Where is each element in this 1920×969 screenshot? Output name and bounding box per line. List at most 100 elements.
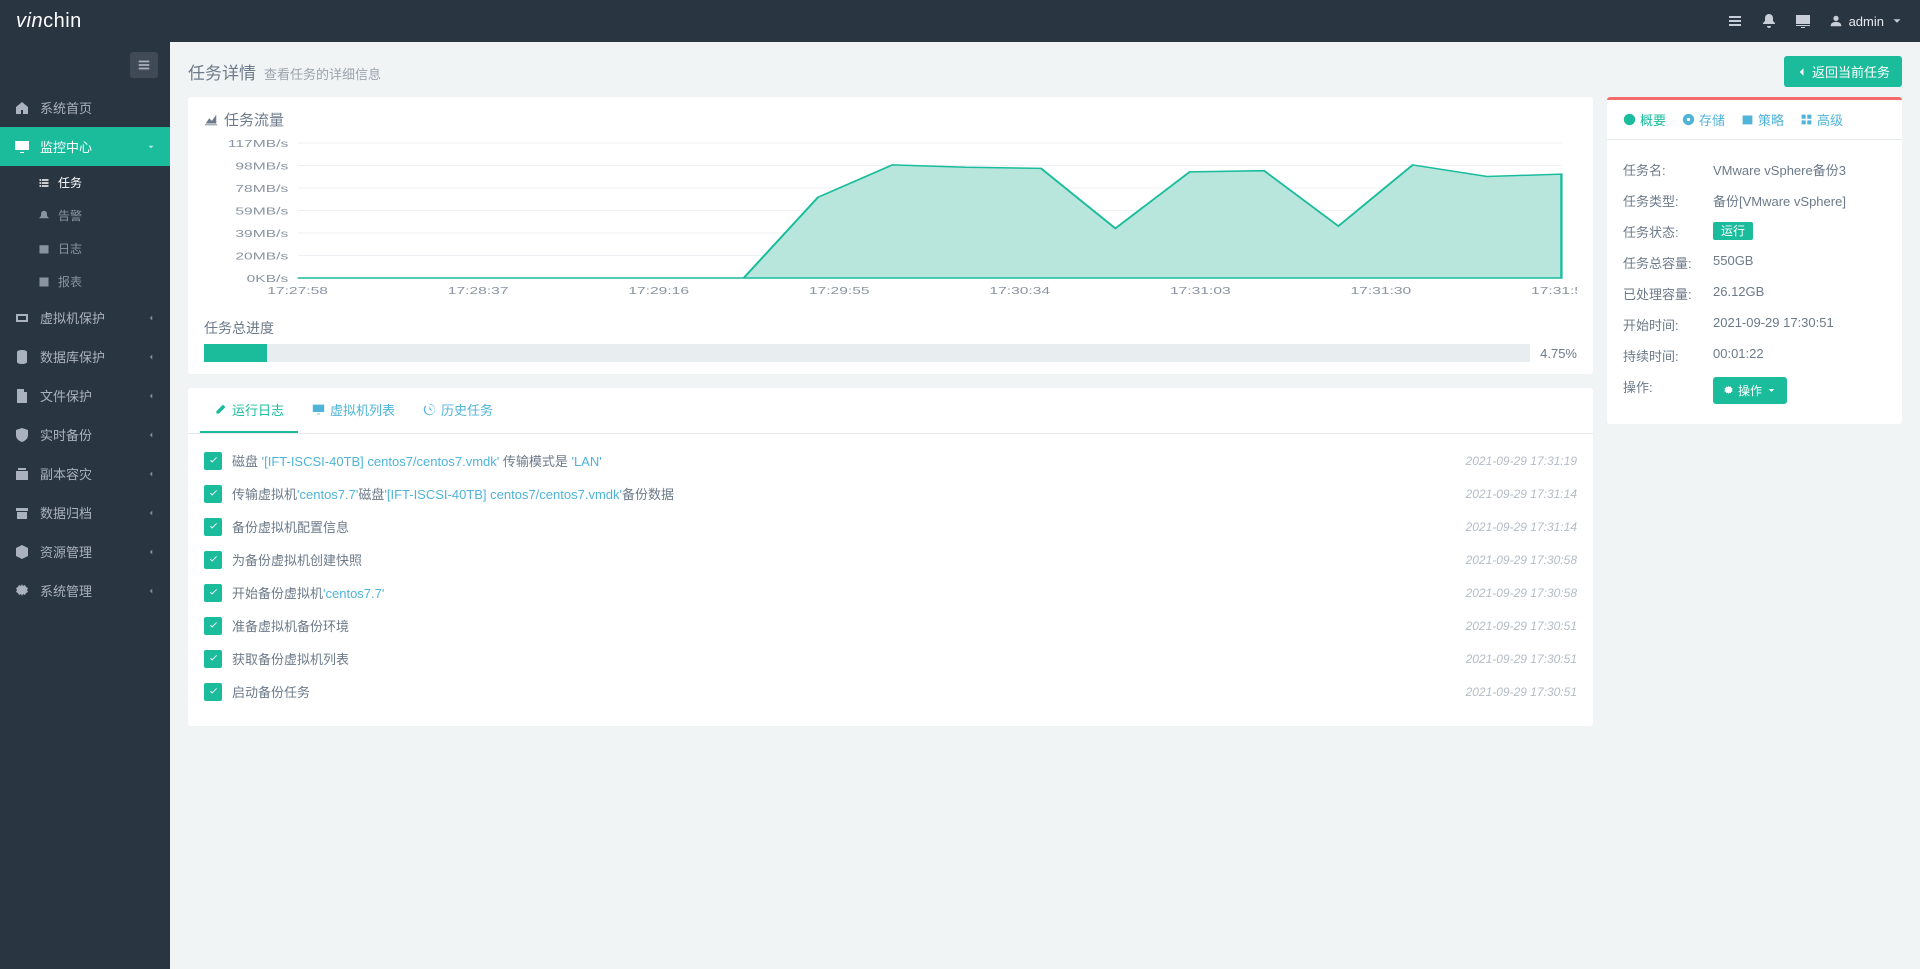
log-row-6: 获取备份虚拟机列表 2021-09-29 17:30:51 <box>204 642 1577 675</box>
user-menu[interactable]: admin <box>1829 14 1904 29</box>
log-text: 备份虚拟机配置信息 <box>232 517 1466 536</box>
detail-tab-2[interactable]: 策略 <box>1733 100 1792 139</box>
svg-text:98MB/s: 98MB/s <box>235 160 288 171</box>
history-icon <box>423 403 436 416</box>
vm-icon <box>14 310 30 326</box>
topbar-right: admin <box>1727 13 1904 29</box>
check-icon <box>204 683 222 701</box>
sidebar-item-label: 实时备份 <box>40 425 92 444</box>
sidebar-item-label: 系统管理 <box>40 581 92 600</box>
logo-part2: chin <box>43 10 82 32</box>
check-icon <box>204 452 222 470</box>
sidebar-sub-3[interactable]: 报表 <box>0 265 170 298</box>
log-row-2: 备份虚拟机配置信息 2021-09-29 17:31:14 <box>204 510 1577 543</box>
back-button-label: 返回当前任务 <box>1812 62 1890 81</box>
sidebar-toggle-wrap <box>0 42 170 88</box>
chevron-left-icon <box>146 508 156 518</box>
chevron-down-icon <box>146 142 156 152</box>
archive-icon <box>14 505 30 521</box>
svg-text:17:31:03: 17:31:03 <box>1170 285 1231 296</box>
sidebar-toggle[interactable] <box>130 52 158 78</box>
detail-tab-1[interactable]: 存储 <box>1674 100 1733 139</box>
log-text: 开始备份虚拟机'centos7.7' <box>232 583 1466 602</box>
chevron-down-icon <box>1766 385 1777 396</box>
list-icon[interactable] <box>1727 13 1743 29</box>
svg-text:17:30:34: 17:30:34 <box>989 285 1050 296</box>
log-tab-label: 运行日志 <box>232 400 284 419</box>
sidebar-item-1[interactable]: 监控中心 <box>0 127 170 166</box>
detail-tab-3[interactable]: 高级 <box>1792 100 1851 139</box>
bell-icon[interactable] <box>1761 13 1777 29</box>
sidebar-item-6[interactable]: 副本容灾 <box>0 454 170 493</box>
sidebar-sub-label: 日志 <box>58 240 82 257</box>
detail-body: 任务名: VMware vSphere备份3 任务类型: 备份[VMware v… <box>1607 140 1902 424</box>
hamburger-icon <box>137 58 151 72</box>
sidebar-item-2[interactable]: 虚拟机保护 <box>0 298 170 337</box>
copy-icon <box>14 466 30 482</box>
back-button[interactable]: 返回当前任务 <box>1784 56 1902 87</box>
sidebar-item-5[interactable]: 实时备份 <box>0 415 170 454</box>
log-text: 启动备份任务 <box>232 682 1466 701</box>
log-tab-2[interactable]: 历史任务 <box>409 388 507 433</box>
svg-text:17:29:55: 17:29:55 <box>809 285 870 296</box>
detail-key: 任务名: <box>1623 160 1713 179</box>
logo-part1: vin <box>16 10 43 32</box>
sidebar-sub-2[interactable]: 日志 <box>0 232 170 265</box>
page-subtitle: 查看任务的详细信息 <box>264 64 381 83</box>
log-row-7: 启动备份任务 2021-09-29 17:30:51 <box>204 675 1577 708</box>
shield-icon <box>14 427 30 443</box>
log-time: 2021-09-29 17:30:51 <box>1466 619 1577 633</box>
log-tab-0[interactable]: 运行日志 <box>200 388 298 433</box>
check-icon <box>204 518 222 536</box>
log-row-4: 开始备份虚拟机'centos7.7' 2021-09-29 17:30:58 <box>204 576 1577 609</box>
svg-text:0KB/s: 0KB/s <box>247 273 289 284</box>
info-icon <box>1623 113 1636 126</box>
sidebar-item-label: 数据库保护 <box>40 347 105 366</box>
chevron-left-icon <box>146 586 156 596</box>
progress-pct: 4.75% <box>1540 346 1577 361</box>
detail-row-5: 开始时间: 2021-09-29 17:30:51 <box>1623 309 1886 340</box>
sidebar-sub-label: 报表 <box>58 273 82 290</box>
sidebar-item-7[interactable]: 数据归档 <box>0 493 170 532</box>
detail-panel: 概要 存储 策略 高级 任务名: VMware vSphere备份3 任务类型:… <box>1607 97 1902 424</box>
topbar: vinchin admin <box>0 0 1920 42</box>
detail-tab-label: 高级 <box>1817 110 1843 129</box>
report-icon <box>38 276 50 288</box>
sidebar-item-label: 资源管理 <box>40 542 92 561</box>
sidebar-item-3[interactable]: 数据库保护 <box>0 337 170 376</box>
detail-row-0: 任务名: VMware vSphere备份3 <box>1623 154 1886 185</box>
chevron-down-icon <box>1890 14 1904 28</box>
status-badge: 运行 <box>1713 222 1753 240</box>
svg-text:17:27:58: 17:27:58 <box>267 285 328 296</box>
flow-title: 任务流量 <box>204 109 1577 130</box>
detail-row-2: 任务状态: 运行 <box>1623 216 1886 247</box>
svg-text:59MB/s: 59MB/s <box>235 205 288 216</box>
monitor-icon[interactable] <box>1795 13 1811 29</box>
sidebar-sub-1[interactable]: 告警 <box>0 199 170 232</box>
svg-text:17:28:37: 17:28:37 <box>448 285 509 296</box>
detail-key: 任务状态: <box>1623 222 1713 241</box>
log-time: 2021-09-29 17:31:14 <box>1466 487 1577 501</box>
detail-tab-0[interactable]: 概要 <box>1615 100 1674 139</box>
sidebar-item-9[interactable]: 系统管理 <box>0 571 170 610</box>
operation-button[interactable]: 操作 <box>1713 377 1787 404</box>
sidebar-item-0[interactable]: 系统首页 <box>0 88 170 127</box>
log-tabs: 运行日志 虚拟机列表 历史任务 <box>188 388 1593 434</box>
sidebar-item-4[interactable]: 文件保护 <box>0 376 170 415</box>
sidebar-item-8[interactable]: 资源管理 <box>0 532 170 571</box>
svg-text:117MB/s: 117MB/s <box>228 138 289 149</box>
detail-key: 任务类型: <box>1623 191 1713 210</box>
detail-val: 26.12GB <box>1713 284 1764 299</box>
arrow-left-icon <box>1796 66 1808 78</box>
detail-val: 2021-09-29 17:30:51 <box>1713 315 1834 330</box>
sidebar-item-label: 文件保护 <box>40 386 92 405</box>
log-text: 准备虚拟机备份环境 <box>232 616 1466 635</box>
check-icon <box>204 584 222 602</box>
log-tab-1[interactable]: 虚拟机列表 <box>298 388 409 433</box>
sidebar-sub-0[interactable]: 任务 <box>0 166 170 199</box>
list-icon <box>38 177 50 189</box>
detail-val: 550GB <box>1713 253 1753 268</box>
bell-icon <box>38 210 50 222</box>
detail-key: 操作: <box>1623 377 1713 404</box>
detail-key: 持续时间: <box>1623 346 1713 365</box>
